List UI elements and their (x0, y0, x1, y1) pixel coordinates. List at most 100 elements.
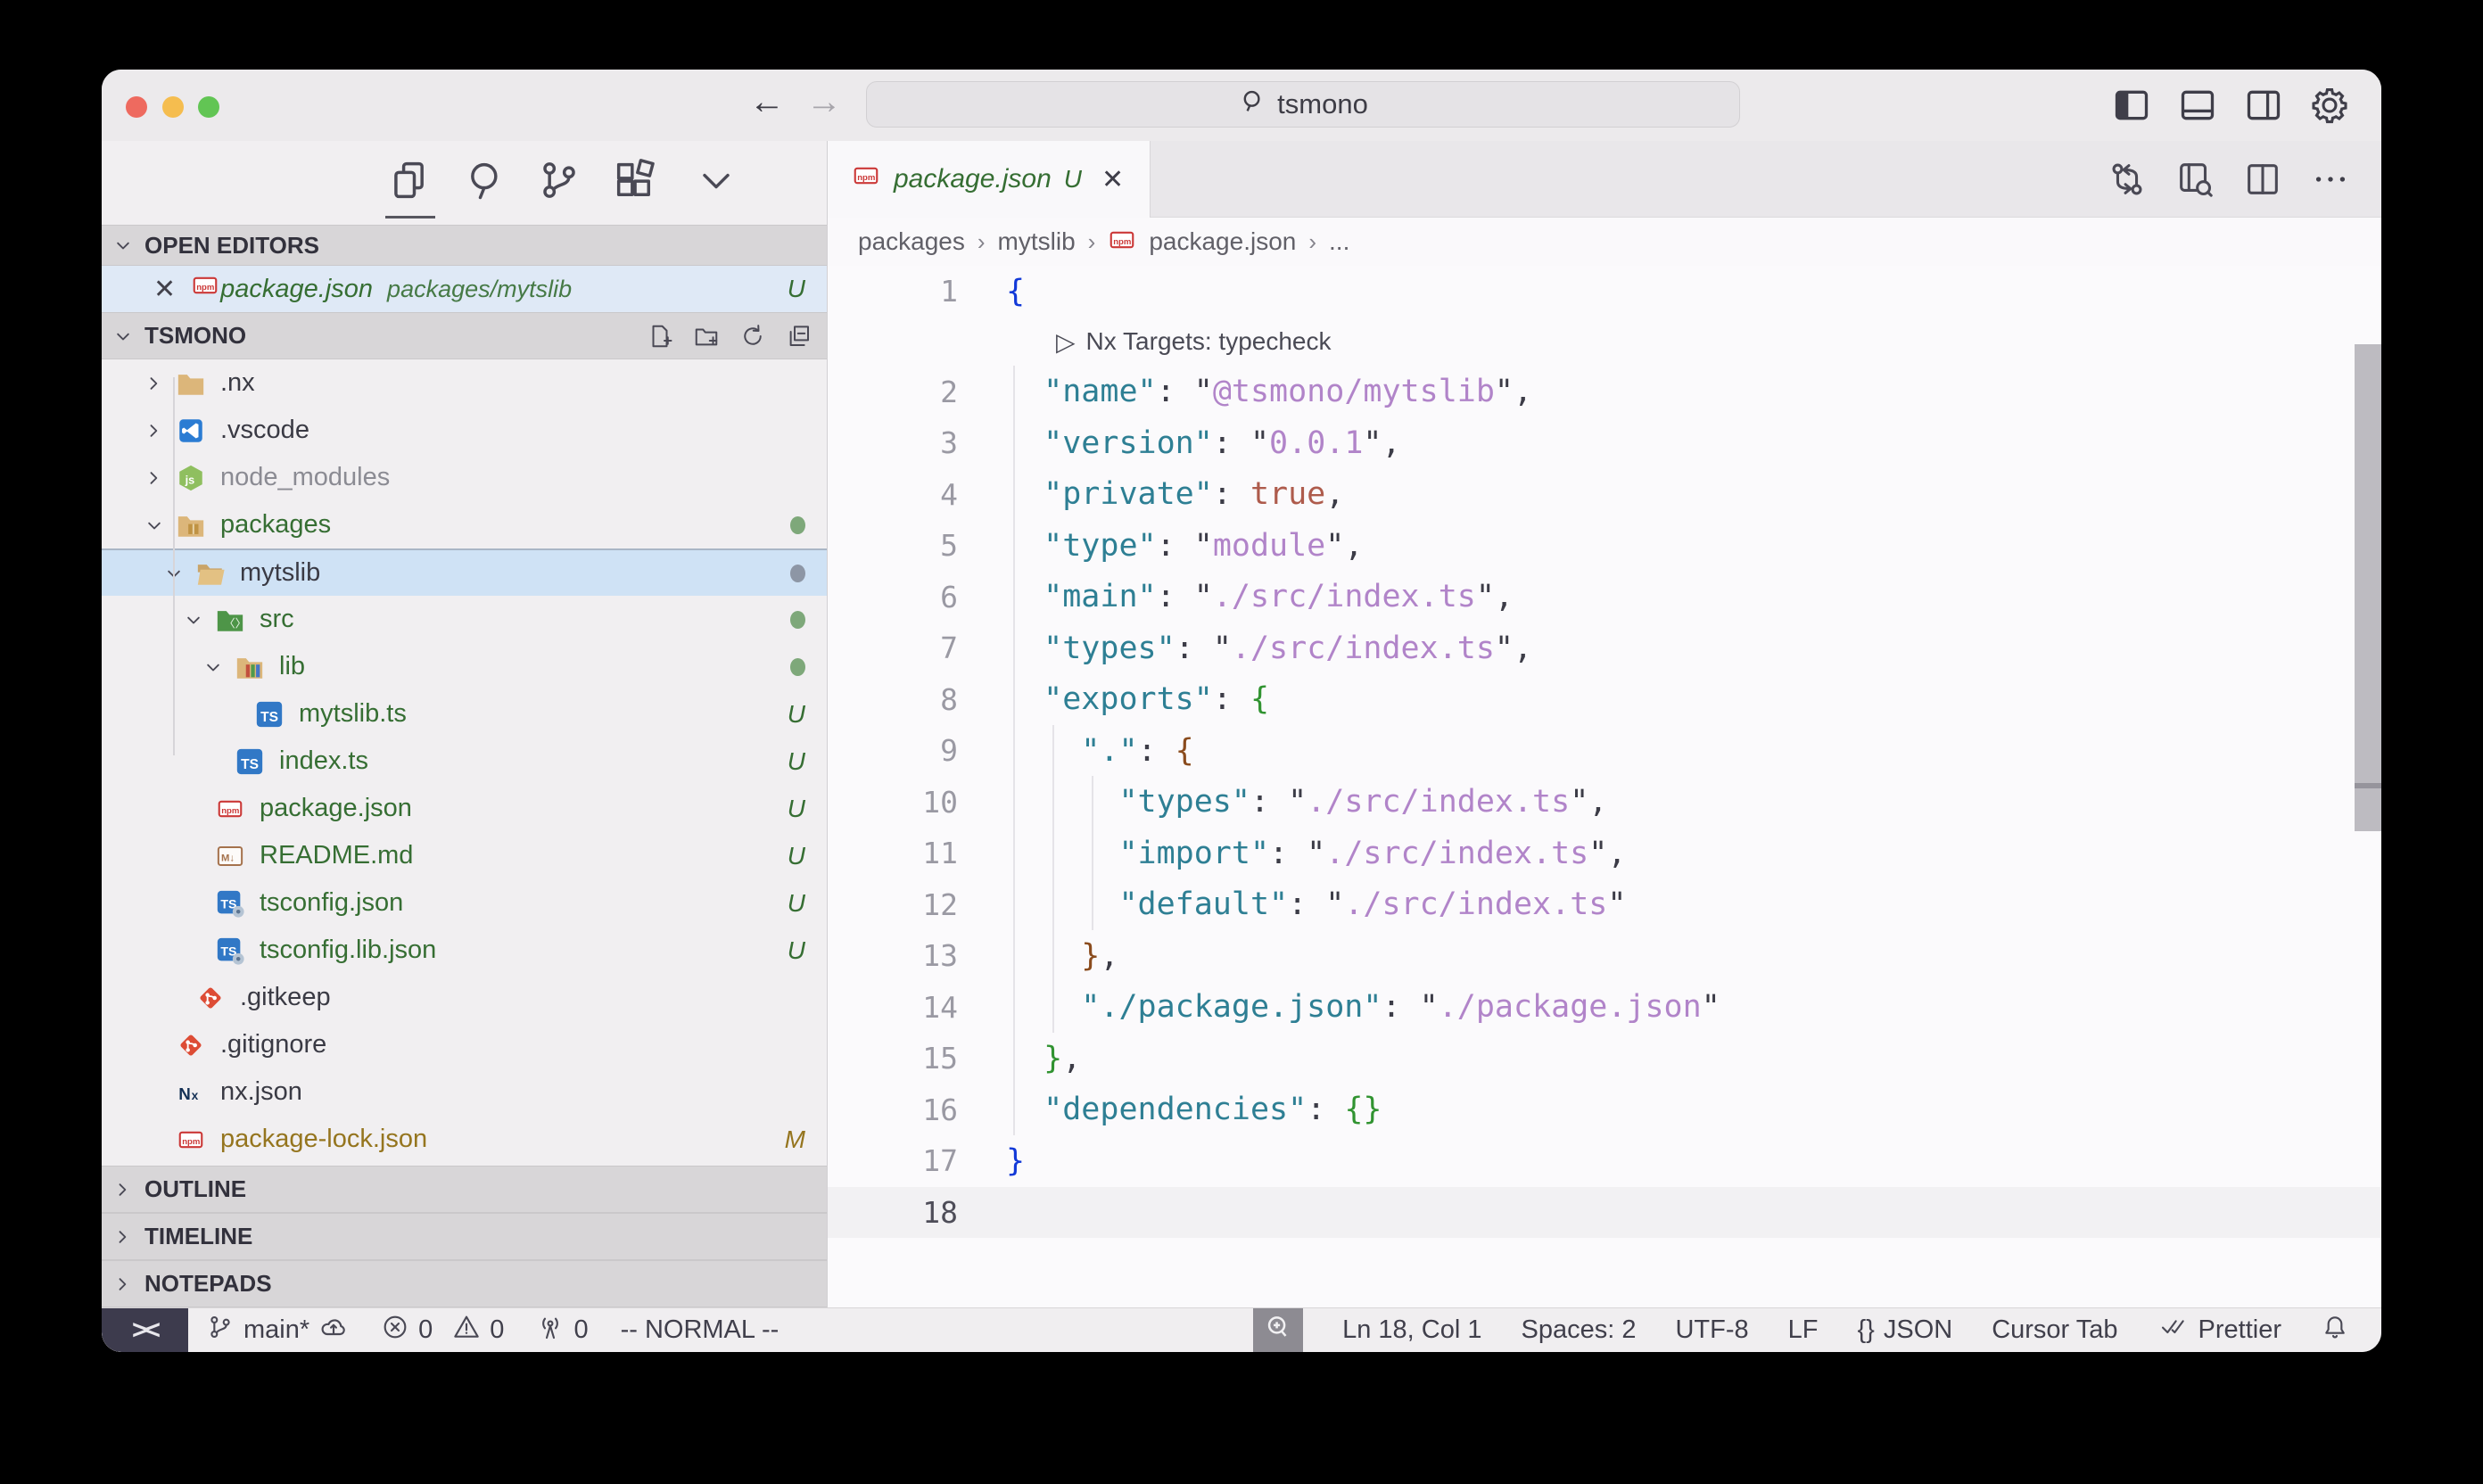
tree-item-package-lock.json[interactable]: npm package-lock.json M (102, 1116, 827, 1163)
code-line-14: 14 "./package.json": "./package.json" (828, 982, 2381, 1034)
section-workspace[interactable]: TSMONO (102, 312, 827, 359)
window-close-button[interactable] (126, 96, 147, 118)
breadcrumb-item[interactable]: package.json (1149, 227, 1296, 256)
scrollbar[interactable] (2355, 344, 2381, 831)
section-timeline[interactable]: TIMELINE (102, 1213, 827, 1260)
section-open-editors[interactable]: OPEN EDITORS (102, 225, 827, 266)
ts-gear-icon: TS (213, 886, 247, 920)
navigate-back-icon[interactable]: ← (749, 82, 785, 122)
tree-item-node_modules[interactable]: js node_modules (102, 454, 827, 501)
tree-item-tsconfig.lib.json[interactable]: TS tsconfig.lib.json U (102, 927, 827, 974)
tree-item-mytslib[interactable]: mytslib (102, 548, 827, 596)
tree-item-README.md[interactable]: M↓ README.md U (102, 832, 827, 879)
run-icon: ▷ (1056, 327, 1076, 357)
code-editor[interactable]: 1{ ▷Nx Targets: typecheck 2 "name": "@ts… (828, 266, 2381, 1307)
open-editor-item[interactable]: ✕ npm package.json packages/mytslib U (102, 266, 827, 312)
npm-icon: npm (213, 792, 247, 826)
status-feedback[interactable]: 0 (536, 1313, 588, 1348)
code-line-8: 8 "exports": { (828, 674, 2381, 726)
tree-item-packages[interactable]: packages (102, 501, 827, 548)
status-language[interactable]: {} JSON (1857, 1315, 1952, 1345)
more-views-chevron-icon[interactable] (693, 157, 739, 203)
remote-indicator[interactable]: >< (102, 1308, 188, 1352)
source-control-icon[interactable] (536, 157, 582, 203)
status-cursor-tab[interactable]: Cursor Tab (1992, 1315, 2117, 1345)
line-number: 5 (828, 528, 958, 563)
zoom-button[interactable] (1253, 1308, 1303, 1353)
settings-gear-icon[interactable] (2310, 86, 2349, 125)
new-file-icon[interactable] (647, 323, 673, 350)
git-icon (194, 981, 227, 1015)
tree-item-mytslib.ts[interactable]: TS mytslib.ts U (102, 690, 827, 738)
toggle-secondary-sidebar-icon[interactable] (2244, 86, 2283, 125)
status-encoding[interactable]: UTF-8 (1675, 1315, 1748, 1345)
search-icon[interactable] (463, 157, 509, 203)
status-eol[interactable]: LF (1788, 1315, 1819, 1345)
status-vim-mode[interactable]: -- NORMAL -- (621, 1315, 780, 1345)
breadcrumb-item[interactable]: ... (1329, 227, 1349, 256)
window-maximize-button[interactable] (198, 96, 219, 118)
tab-close-icon[interactable]: ✕ (1101, 164, 1124, 195)
node-icon: js (174, 461, 208, 495)
git-change-dot (790, 611, 805, 629)
codelens-nx-targets[interactable]: ▷Nx Targets: typecheck (828, 317, 2381, 367)
tree-item-.gitignore[interactable]: .gitignore (102, 1021, 827, 1068)
sidebar: OPEN EDITORS ✕ npm package.json packages… (102, 141, 828, 1307)
status-cursor-position[interactable]: Ln 18, Col 1 (1342, 1315, 1481, 1345)
tree-item-label: node_modules (220, 463, 390, 492)
tree-item-.gitkeep[interactable]: .gitkeep (102, 974, 827, 1021)
chevron-right-icon (111, 1224, 136, 1249)
git-status-badge: U (788, 842, 805, 870)
toggle-panel-icon[interactable] (2178, 86, 2217, 125)
broadcast-tower-icon (536, 1313, 565, 1348)
close-icon[interactable]: ✕ (153, 274, 176, 305)
status-formatter[interactable]: Prettier (2157, 1313, 2281, 1348)
status-problems[interactable]: 0 0 (381, 1313, 504, 1348)
window-minimize-button[interactable] (162, 96, 184, 118)
tree-item-nx.json[interactable]: Nx nx.json (102, 1068, 827, 1116)
split-editor-icon[interactable] (2242, 159, 2283, 200)
collapse-all-icon[interactable] (786, 323, 813, 350)
section-notepads[interactable]: NOTEPADS (102, 1260, 827, 1307)
status-indentation[interactable]: Spaces: 2 (1521, 1315, 1636, 1345)
tree-item-lib[interactable]: lib (102, 643, 827, 690)
tree-item-.vscode[interactable]: .vscode (102, 407, 827, 454)
explorer-icon[interactable] (385, 157, 432, 203)
refresh-icon[interactable] (739, 323, 766, 350)
tree-item-src[interactable]: 〈〉 src (102, 596, 827, 643)
command-center-search[interactable]: tsmono (866, 81, 1740, 128)
svg-text:npm: npm (182, 1136, 200, 1146)
more-actions-icon[interactable] (2310, 159, 2351, 200)
tree-item-.nx[interactable]: .nx (102, 359, 827, 407)
breadcrumb-item[interactable]: packages (858, 227, 965, 256)
tree-item-index.ts[interactable]: TS index.ts U (102, 738, 827, 785)
toggle-primary-sidebar-icon[interactable] (2112, 86, 2151, 125)
breadcrumb[interactable]: packages›mytslib›npmpackage.json›... (828, 218, 2381, 266)
open-changes-icon[interactable] (2107, 159, 2148, 200)
notifications-bell[interactable] (2321, 1313, 2349, 1348)
status-branch[interactable]: main* (206, 1313, 349, 1348)
line-number: 12 (828, 887, 958, 922)
tree-item-label: nx.json (220, 1077, 302, 1107)
tree-item-package.json[interactable]: npm package.json U (102, 785, 827, 832)
tree-item-label: tsconfig.lib.json (260, 936, 436, 965)
svg-text:npm: npm (857, 173, 875, 183)
braces-icon: {} (1857, 1315, 1874, 1345)
navigate-forward-icon[interactable]: → (806, 82, 842, 122)
titlebar: ← → tsmono (102, 70, 2381, 141)
svg-text:npm: npm (221, 805, 239, 815)
breadcrumb-item[interactable]: mytslib (998, 227, 1076, 256)
extensions-icon[interactable] (611, 157, 657, 203)
section-outline[interactable]: OUTLINE (102, 1166, 827, 1213)
new-folder-icon[interactable] (693, 323, 720, 350)
code-line-11: 11 "import": "./src/index.ts", (828, 828, 2381, 879)
tree-item-label: tsconfig.json (260, 888, 403, 918)
git-icon (174, 1028, 208, 1062)
tab-package-json[interactable]: npm package.json U ✕ (828, 141, 1151, 218)
chevron-down-icon (194, 655, 233, 680)
open-preview-icon[interactable] (2174, 159, 2215, 200)
section-label: NOTEPADS (144, 1270, 272, 1298)
git-status-badge: U (788, 700, 805, 729)
tree-item-tsconfig.json[interactable]: TS tsconfig.json U (102, 879, 827, 927)
open-editor-path: packages/mytslib (387, 276, 572, 303)
